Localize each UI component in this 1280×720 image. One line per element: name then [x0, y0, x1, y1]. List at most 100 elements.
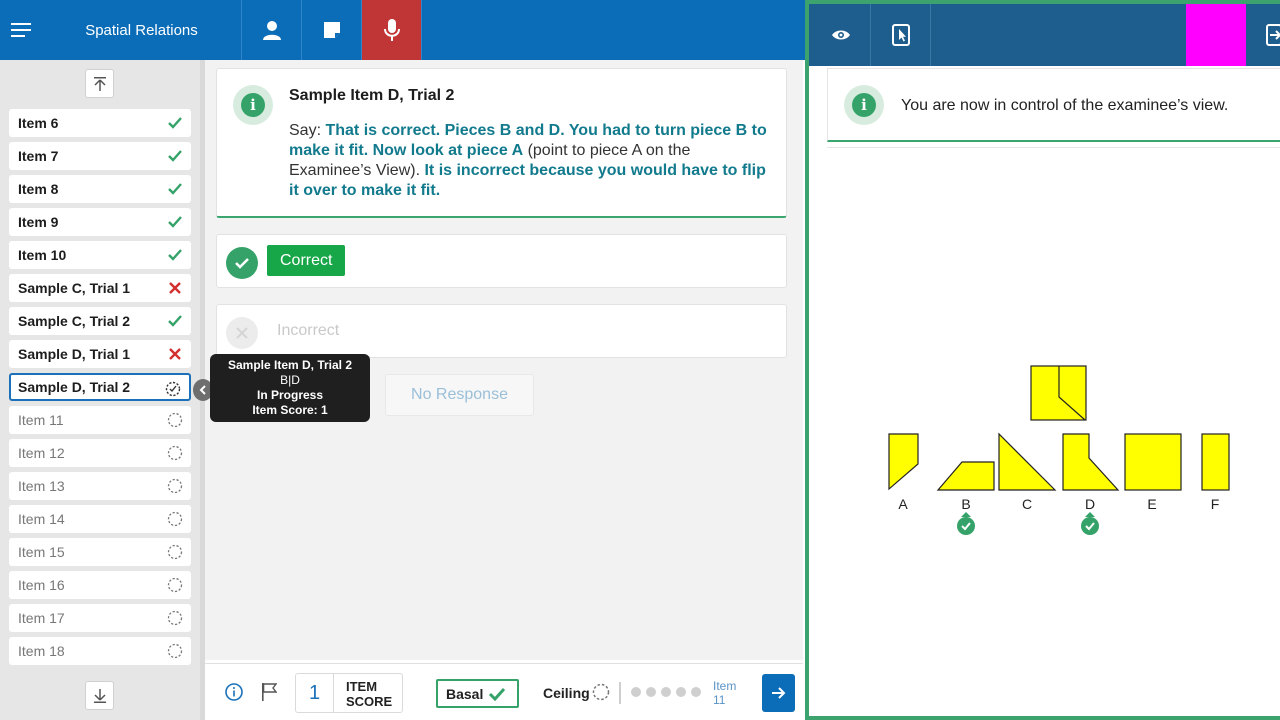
incorrect-response-row[interactable]: Incorrect	[216, 304, 787, 358]
correct-button[interactable]: Correct	[267, 245, 346, 276]
top-bar: Spatial Relations	[0, 0, 805, 60]
microphone-button[interactable]	[362, 0, 422, 60]
sidebar-item-label: Sample D, Trial 2	[18, 379, 131, 395]
banner-divider	[827, 147, 1280, 148]
sidebar-item[interactable]: Item 18	[9, 637, 191, 665]
control-banner-text: You are now in control of the examinee’s…	[901, 97, 1229, 114]
sidebar-item-label: Item 16	[18, 577, 65, 593]
sidebar-item-label: Item 17	[18, 610, 65, 626]
ceiling-dot	[691, 687, 701, 697]
piece-f-shape[interactable]	[1201, 433, 1230, 491]
sidebar-item[interactable]: Sample C, Trial 2	[9, 307, 191, 335]
sidebar-item-label: Item 15	[18, 544, 65, 560]
eye-icon	[831, 30, 850, 40]
magenta-block	[1186, 4, 1246, 66]
pending-icon	[167, 478, 183, 494]
sidebar-item-label: Item 7	[18, 148, 59, 164]
piece-d-shape[interactable]	[1062, 433, 1120, 491]
scroll-to-bottom-button[interactable]	[85, 681, 114, 710]
examinee-info-button[interactable]	[242, 0, 302, 60]
check-icon	[168, 216, 182, 228]
next-item-label: Item 11	[713, 679, 737, 707]
examinee-toolbar	[809, 4, 1280, 66]
control-examinee-button[interactable]	[871, 4, 931, 66]
correct-response-row[interactable]: Correct	[216, 234, 787, 288]
incorrect-button[interactable]: Incorrect	[277, 322, 339, 340]
piece-a-shape[interactable]	[888, 433, 919, 491]
next-item-button[interactable]	[762, 674, 795, 712]
note-icon	[323, 22, 340, 38]
ceiling-separator	[619, 682, 621, 704]
ceiling-dot	[661, 687, 671, 697]
sidebar-item[interactable]: Sample D, Trial 1	[9, 340, 191, 368]
notes-button[interactable]	[302, 0, 362, 60]
piece-d-label: D	[1085, 496, 1095, 512]
piece-c-label: C	[1022, 496, 1032, 512]
info-circle-icon[interactable]	[225, 683, 243, 701]
ceiling-pending-icon	[592, 683, 610, 701]
puzzle-area: A B C D E F	[888, 365, 1230, 535]
item-tooltip: Sample Item D, Trial 2 B|D In Progress I…	[210, 354, 370, 422]
menu-button[interactable]	[0, 0, 42, 60]
target-shape	[1030, 365, 1087, 421]
no-response-button[interactable]: No Response	[385, 374, 534, 416]
sidebar-item-label: Sample C, Trial 1	[18, 280, 131, 296]
sidebar-item[interactable]: Sample C, Trial 1	[9, 274, 191, 302]
sidebar-item[interactable]: Item 7	[9, 142, 191, 170]
sidebar-item-label: Item 18	[18, 643, 65, 659]
hamburger-icon	[11, 23, 31, 37]
ceiling-indicator: Ceiling	[543, 683, 610, 701]
piece-c-shape[interactable]	[998, 432, 1057, 491]
sidebar-item[interactable]: Item 15	[9, 538, 191, 566]
sidebar-item-label: Item 14	[18, 511, 65, 527]
sidebar-item[interactable]: Item 10	[9, 241, 191, 269]
sidebar-item[interactable]: Item 6	[9, 109, 191, 137]
sidebar-item[interactable]: Item 16	[9, 571, 191, 599]
piece-d-selected-icon	[1081, 512, 1099, 535]
in-progress-icon	[165, 381, 181, 397]
arrow-up-to-top-icon	[93, 76, 106, 91]
piece-b-label: B	[961, 496, 970, 512]
person-icon	[262, 21, 281, 40]
scroll-to-top-button[interactable]	[85, 69, 114, 98]
sidebar-item-label: Item 12	[18, 445, 65, 461]
sidebar-item[interactable]: Item 17	[9, 604, 191, 632]
bottom-bar: 1 ITEM SCORE Basal Ceiling Item 11	[205, 663, 803, 720]
arrow-right-icon	[771, 687, 785, 699]
sidebar-item[interactable]: Sample D, Trial 2	[9, 373, 191, 401]
tablet-pointer-icon	[891, 24, 910, 46]
sidebar-item-label: Item 11	[18, 412, 64, 428]
check-icon	[168, 315, 182, 327]
test-title: Spatial Relations	[42, 0, 242, 60]
tooltip-score: Item Score: 1	[252, 403, 328, 417]
sidebar-item-label: Sample C, Trial 2	[18, 313, 131, 329]
x-icon	[169, 282, 181, 294]
basal-indicator: Basal	[436, 679, 519, 708]
piece-b-selected-icon	[957, 512, 975, 535]
basal-check-icon	[489, 687, 506, 701]
flag-icon[interactable]	[261, 683, 277, 701]
view-toggle-button[interactable]	[811, 4, 871, 66]
sidebar-item[interactable]: Item 8	[9, 175, 191, 203]
sidebar-item[interactable]: Item 12	[9, 439, 191, 467]
instruction-card: i Sample Item D, Trial 2 Say: That is co…	[216, 68, 787, 218]
x-icon	[226, 317, 258, 349]
sidebar-item[interactable]: Item 14	[9, 505, 191, 533]
instruction-text: Say: That is correct. Pieces B and D. Yo…	[289, 122, 767, 199]
tooltip-status: In Progress	[256, 388, 324, 402]
piece-b-shape[interactable]	[936, 461, 995, 491]
sidebar-item[interactable]: Item 13	[9, 472, 191, 500]
piece-e-shape[interactable]	[1124, 433, 1182, 491]
sidebar-item-label: Item 13	[18, 478, 65, 494]
sidebar-item[interactable]: Item 9	[9, 208, 191, 236]
item-score-box: 1 ITEM SCORE	[295, 673, 403, 713]
item-list-panel: Item 6 Item 7 Item 8 Item 9 Item 10 Sample C,…	[0, 60, 200, 720]
ceiling-dot	[676, 687, 686, 697]
item-score-value: 1	[296, 674, 334, 712]
sidebar-item-label: Item 6	[18, 115, 59, 131]
exit-button[interactable]	[1246, 4, 1280, 66]
check-icon	[226, 247, 258, 279]
check-icon	[168, 117, 182, 129]
sidebar-item[interactable]: Item 11	[9, 406, 191, 434]
pending-icon	[167, 610, 183, 626]
